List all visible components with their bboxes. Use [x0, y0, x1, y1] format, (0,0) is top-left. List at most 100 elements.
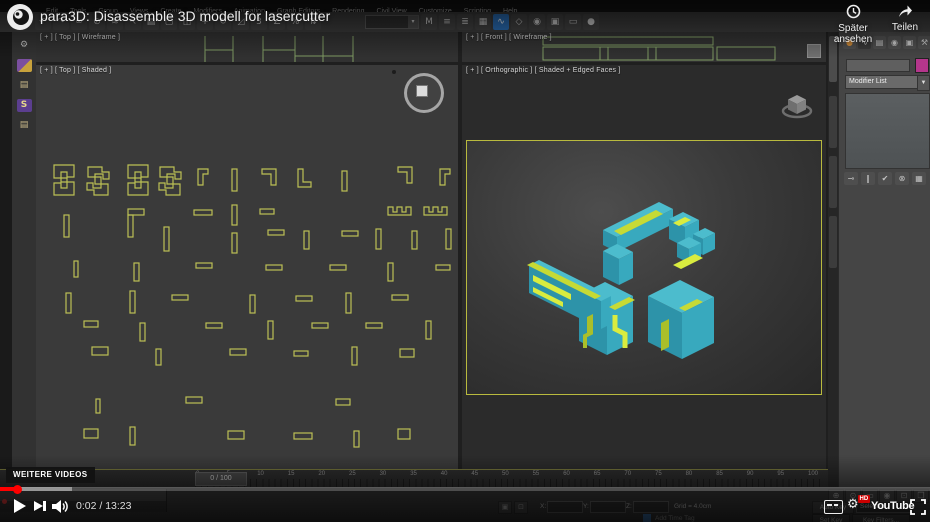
laser-part-outline: [231, 168, 238, 192]
laser-part-outline: [397, 428, 411, 440]
nav-ring-center[interactable]: [416, 85, 428, 97]
modifier-list-arrow[interactable]: ▼: [917, 75, 930, 91]
laser-part-outline: [155, 348, 162, 366]
puzzle-model-3d: [527, 202, 715, 359]
share-button[interactable]: Teilen: [888, 4, 922, 33]
laser-part-outline: [341, 170, 348, 192]
laser-part-maze_a: [127, 164, 149, 196]
laser-part-outline: [133, 262, 140, 282]
share-arrow-icon: [899, 5, 912, 17]
laser-part-outline: [329, 264, 347, 271]
viewport-label[interactable]: [ + ] [ Top ] [ Shaded ]: [40, 67, 111, 74]
modifier-stack-buttons: ⊸ ‖ ✔ ⊗ ▦: [844, 172, 926, 185]
laser-part-outline: [387, 262, 394, 282]
laser-part-outline: [267, 320, 274, 340]
laser-part-outline: [353, 430, 360, 448]
remove-modifier-icon[interactable]: ⊗: [895, 172, 909, 185]
channel-avatar[interactable]: [7, 4, 33, 30]
laser-part-comb: [423, 206, 448, 216]
laser-part-outline: [129, 290, 136, 314]
laser-part-outline: [95, 398, 101, 414]
youtube-progress-bar[interactable]: [0, 484, 930, 494]
youtube-logo[interactable]: YouTube: [871, 500, 915, 512]
viewport-layout-icon[interactable]: [16, 59, 32, 72]
laser-part-outline: [83, 320, 99, 328]
viewport-nav-dot: [392, 70, 396, 74]
screenshot-root: EditToolsGroupViewsCreateModifiersAnimat…: [0, 0, 930, 522]
laser-part-outline: [231, 232, 238, 254]
viewport-label[interactable]: [ + ] [ Orthographic ] [ Shaded + Edged …: [466, 67, 621, 74]
viewcube-icon[interactable]: [780, 91, 814, 119]
laser-part-outline: [375, 228, 382, 250]
laser-part-outline: [335, 398, 351, 406]
laser-part-gamma: [397, 166, 413, 184]
laser-part-comb: [387, 206, 412, 216]
modifier-stack-list[interactable]: [845, 93, 930, 169]
laser-part-bracket_r: [439, 168, 451, 186]
time-display: 0:02 / 13:23: [76, 500, 132, 512]
play-button[interactable]: [14, 499, 26, 513]
configure-modifier-sets-icon[interactable]: ▦: [912, 172, 926, 185]
make-unique-icon[interactable]: ✔: [878, 172, 892, 185]
youtube-top-overlay: para3D: Disassemble 3D modell for laserc…: [0, 0, 930, 58]
left-rail: [0, 32, 12, 487]
next-button[interactable]: [34, 501, 46, 511]
laser-part-outline: [267, 229, 285, 236]
share-label: Teilen: [891, 22, 919, 33]
laser-part-outline: [205, 322, 223, 329]
laser-part-outline: [293, 350, 309, 357]
video-title[interactable]: para3D: Disassemble 3D modell for laserc…: [40, 8, 330, 24]
rollout-tab[interactable]: [829, 96, 837, 148]
laser-part-outline: [411, 230, 418, 250]
watch-later-button[interactable]: Später ansehen: [822, 4, 884, 45]
viewport-top-shaded[interactable]: [ + ] [ Top ] [ Shaded ]: [36, 65, 458, 469]
navigation-ring-widget[interactable]: [404, 73, 444, 113]
laser-part-outline: [265, 264, 283, 271]
laser-part-outline: [63, 214, 70, 238]
stack-icon[interactable]: ▤: [17, 79, 32, 92]
clock-icon: [846, 4, 860, 19]
laser-part-maze_b: [158, 166, 182, 196]
laser-part-outline: [83, 428, 99, 439]
laser-part-outline: [139, 322, 146, 342]
panel-scroll-strip[interactable]: [828, 32, 838, 487]
modifier-list-dropdown[interactable]: Modifier List: [845, 75, 920, 89]
laser-part-outline: [295, 295, 313, 302]
model-slot-yellow: [661, 319, 669, 351]
laser-part-outline: [303, 230, 310, 250]
settings-gear-icon[interactable]: ⚙: [847, 497, 859, 512]
laser-part-outline: [345, 292, 352, 314]
laser-part-ell: [297, 168, 312, 188]
s-badge-icon[interactable]: S: [16, 99, 32, 112]
laser-part-outline: [163, 226, 170, 252]
pin-stack-icon[interactable]: ⊸: [844, 172, 858, 185]
show-end-result-icon[interactable]: ‖: [861, 172, 875, 185]
stack-icon-2[interactable]: ▤: [17, 119, 32, 132]
viewport-orthographic[interactable]: [ + ] [ Orthographic ] [ Shaded + Edged …: [462, 65, 826, 469]
laser-part-outline: [129, 426, 136, 446]
fullscreen-button[interactable]: [910, 499, 926, 515]
laser-part-gamma: [261, 168, 277, 186]
laser-part-outline: [341, 230, 359, 237]
laser-part-outline: [293, 432, 313, 440]
laser-part-outline: [399, 348, 415, 358]
more-videos-chip[interactable]: WEITERE VIDEOS: [6, 467, 95, 483]
subtitles-button[interactable]: [824, 500, 843, 514]
rollout-tab[interactable]: [829, 156, 837, 208]
laser-part-outline: [127, 214, 134, 238]
laser-part-outline: [425, 320, 432, 340]
laser-part-outline: [195, 262, 213, 269]
laser-part-outline: [445, 228, 452, 250]
object-color-swatch[interactable]: [915, 58, 929, 73]
laser-part-maze_a: [53, 164, 75, 196]
laser-part-outline: [91, 346, 109, 356]
laser-part-outline: [435, 264, 451, 271]
laser-part-outline: [127, 208, 145, 216]
laser-part-outline: [351, 346, 358, 366]
laser-part-outline: [227, 430, 245, 440]
volume-icon[interactable]: [52, 499, 70, 514]
laser-part-outline: [65, 292, 72, 314]
object-name-field[interactable]: [846, 59, 910, 72]
rollout-tab[interactable]: [829, 216, 837, 268]
laser-part-outline: [391, 294, 409, 301]
